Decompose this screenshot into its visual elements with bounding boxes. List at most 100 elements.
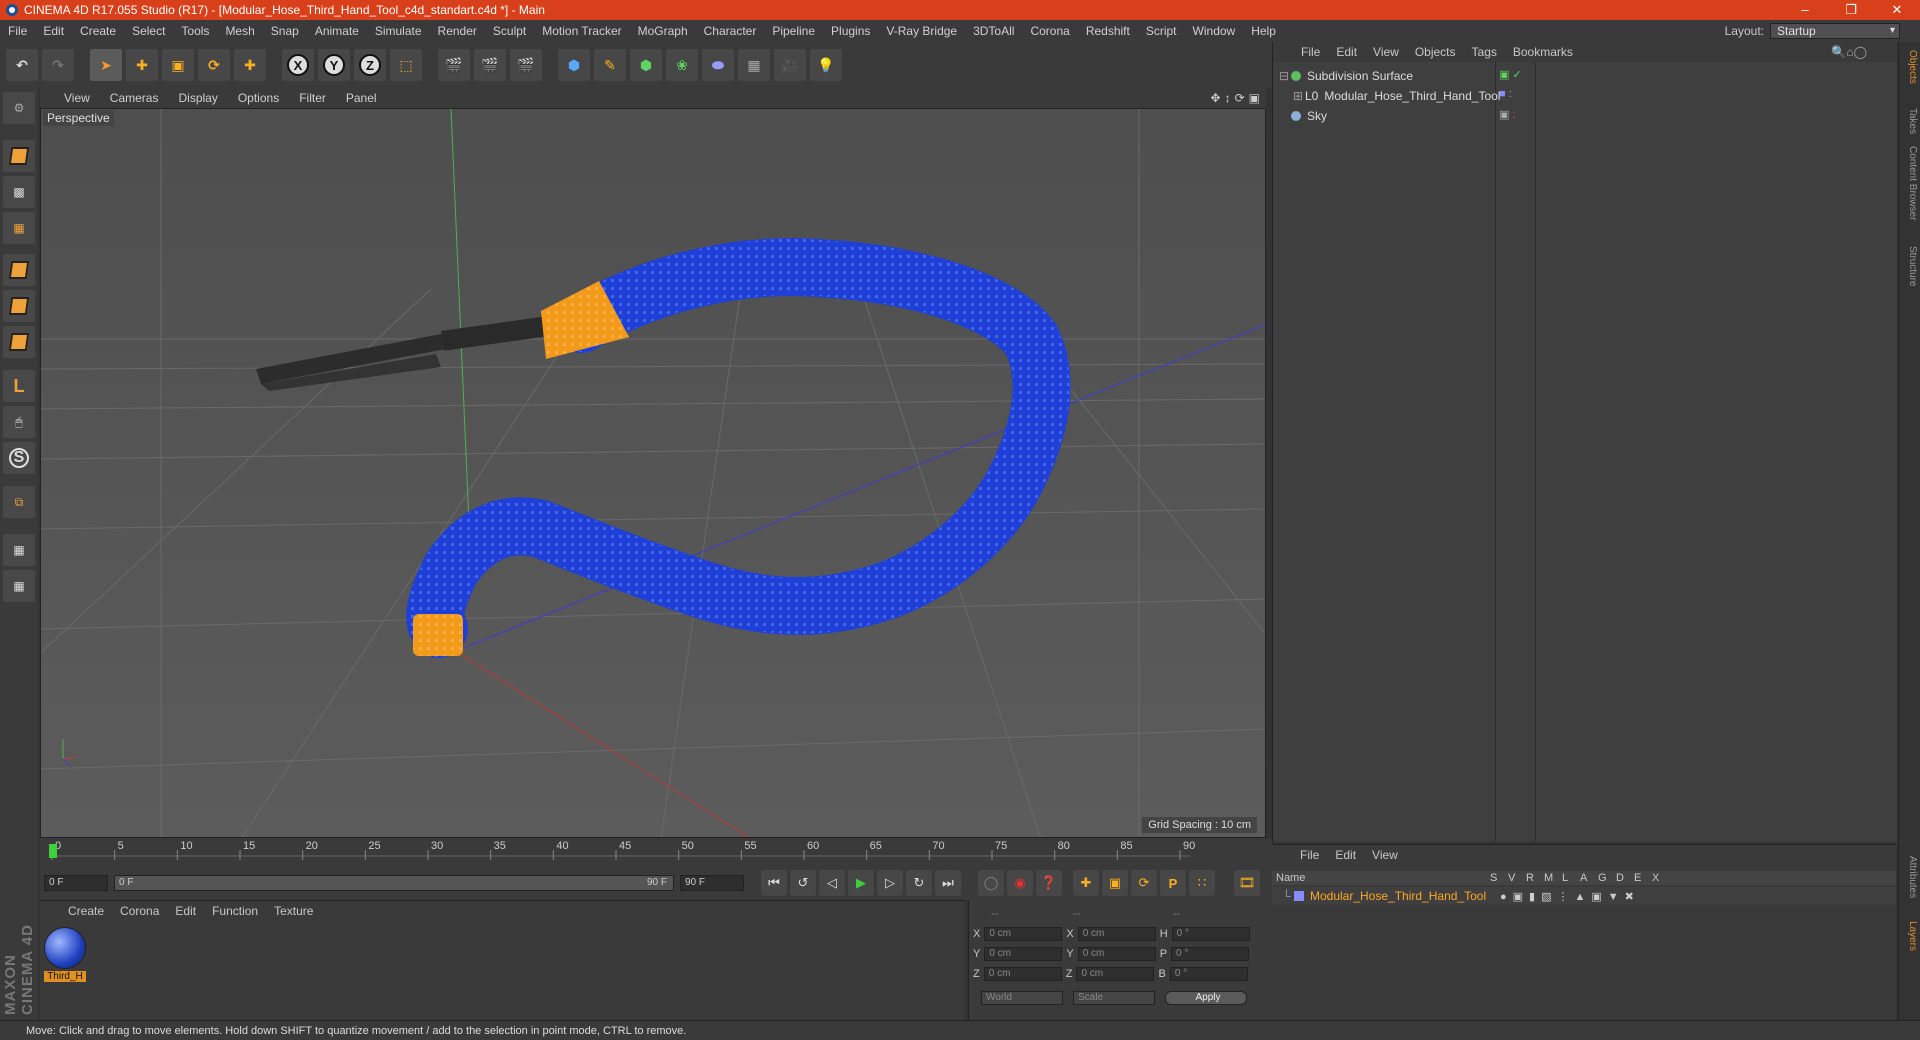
add-mograph-button[interactable]: ❀: [666, 49, 698, 81]
render-view-button[interactable]: 🎬: [438, 49, 470, 81]
z-axis-button[interactable]: Z: [354, 49, 386, 81]
om-menu-tags[interactable]: Tags: [1464, 45, 1505, 59]
size-y-field[interactable]: 0 cm: [1077, 947, 1156, 961]
last-tool-button[interactable]: ✚: [234, 49, 266, 81]
next-frame-button[interactable]: ▷: [877, 870, 903, 896]
menu-window[interactable]: Window: [1185, 24, 1244, 38]
end-frame-field[interactable]: 90 F: [680, 875, 744, 891]
menu-render[interactable]: Render: [430, 24, 485, 38]
layer-color-icon[interactable]: ■ :: [1499, 88, 1512, 100]
lm-menu-edit[interactable]: Edit: [1327, 848, 1364, 862]
om-menu-bookmarks[interactable]: Bookmarks: [1505, 45, 1581, 59]
record-keys-button[interactable]: ◯: [978, 870, 1004, 896]
redo-button[interactable]: ↷: [42, 49, 74, 81]
rot-b-field[interactable]: 0 °: [1169, 967, 1248, 981]
viewport-menu-options[interactable]: Options: [228, 91, 289, 105]
timeline-window-button[interactable]: 🎞: [1234, 870, 1260, 896]
key-param-button[interactable]: P: [1160, 870, 1186, 896]
magnet-button[interactable]: ⧉: [3, 486, 35, 518]
layer-row[interactable]: └ Modular_Hose_Third_Hand_Tool ●▣▮▧⋮▲▣▼✖: [1272, 887, 1896, 905]
rot-p-field[interactable]: 0 °: [1171, 947, 1250, 961]
om-search-icon[interactable]: 🔍⌂◯: [1831, 45, 1897, 59]
add-deformer-button[interactable]: ⬬: [702, 49, 734, 81]
menu-character[interactable]: Character: [696, 24, 765, 38]
maximize-view-icon[interactable]: ▣: [1249, 91, 1260, 105]
lm-menu-file[interactable]: File: [1292, 848, 1327, 862]
menu-pipeline[interactable]: Pipeline: [764, 24, 823, 38]
menu-snap[interactable]: Snap: [263, 24, 307, 38]
expand-toggle[interactable]: ⊞: [1293, 89, 1305, 103]
layout-dropdown[interactable]: Startup: [1770, 23, 1900, 39]
zoom-icon[interactable]: ↕: [1225, 91, 1231, 105]
frame-range-slider[interactable]: 0 F 90 F: [114, 875, 674, 891]
play-button[interactable]: ▶: [848, 870, 874, 896]
tab-structure[interactable]: Structure: [1902, 242, 1918, 291]
pan-icon[interactable]: ✥: [1211, 91, 1221, 105]
add-spline-button[interactable]: ✎: [594, 49, 626, 81]
key-rotation-button[interactable]: ⟳: [1131, 870, 1157, 896]
start-frame-field[interactable]: 0 F: [44, 875, 108, 891]
coordinate-system-button[interactable]: ⬚: [390, 49, 422, 81]
mat-menu-texture[interactable]: Texture: [266, 904, 321, 918]
prev-key-button[interactable]: ↺: [790, 870, 816, 896]
material-swatch[interactable]: Third_H: [44, 927, 86, 983]
tab-attributes[interactable]: Attributes: [1902, 852, 1918, 902]
object-row-hose[interactable]: ⊞ L0 Modular_Hose_Third_Hand_Tool: [1293, 86, 1500, 106]
mat-menu-create[interactable]: Create: [60, 904, 112, 918]
maximize-button[interactable]: ❐: [1828, 0, 1874, 20]
menu-help[interactable]: Help: [1243, 24, 1284, 38]
add-camera-button[interactable]: 🎥: [774, 49, 806, 81]
polygons-mode-button[interactable]: [3, 326, 35, 358]
om-menu-view[interactable]: View: [1365, 45, 1407, 59]
close-button[interactable]: ✕: [1874, 0, 1920, 20]
add-scene-button[interactable]: ▦: [738, 49, 770, 81]
collapse-toggle[interactable]: ⊟: [1279, 69, 1291, 83]
menu-vray-bridge[interactable]: V-Ray Bridge: [878, 24, 965, 38]
add-light-button[interactable]: 💡: [810, 49, 842, 81]
auto-key-button[interactable]: ◉: [1007, 870, 1033, 896]
scale-dropdown[interactable]: Scale: [1073, 991, 1155, 1005]
pos-z-field[interactable]: 0 cm: [983, 967, 1062, 981]
menu-simulate[interactable]: Simulate: [367, 24, 430, 38]
add-generator-button[interactable]: ⬢: [630, 49, 662, 81]
workplane-mode-button[interactable]: ▦: [3, 212, 35, 244]
prev-frame-button[interactable]: ◁: [819, 870, 845, 896]
viewport-menu-display[interactable]: Display: [168, 91, 227, 105]
menu-animate[interactable]: Animate: [307, 24, 367, 38]
tab-objects[interactable]: Objects: [1902, 46, 1918, 88]
x-axis-button[interactable]: X: [282, 49, 314, 81]
pos-x-field[interactable]: 0 cm: [984, 927, 1063, 941]
mat-menu-corona[interactable]: Corona: [112, 904, 167, 918]
rotate-tool-button[interactable]: ⟳: [198, 49, 230, 81]
layer-flag-icons[interactable]: ●▣▮▧⋮▲▣▼✖: [1500, 890, 1640, 903]
rot-h-field[interactable]: 0 °: [1171, 927, 1250, 941]
undo-button[interactable]: ↶: [6, 49, 38, 81]
world-dropdown[interactable]: World: [981, 991, 1063, 1005]
render-to-picture-viewer-button[interactable]: 🎬: [474, 49, 506, 81]
axis-mode-button[interactable]: L: [3, 370, 35, 402]
mat-menu-function[interactable]: Function: [204, 904, 266, 918]
texture-mode-button[interactable]: ▩: [3, 176, 35, 208]
keyframe-selection-button[interactable]: ❓: [1036, 870, 1062, 896]
go-to-end-button[interactable]: ⏭: [935, 870, 961, 896]
next-key-button[interactable]: ↻: [906, 870, 932, 896]
tab-takes[interactable]: Takes: [1902, 104, 1918, 138]
y-axis-button[interactable]: Y: [318, 49, 350, 81]
menu-sculpt[interactable]: Sculpt: [485, 24, 534, 38]
add-cube-button[interactable]: ⬢: [558, 49, 590, 81]
menu-mograph[interactable]: MoGraph: [630, 24, 696, 38]
mat-menu-edit[interactable]: Edit: [167, 904, 204, 918]
tab-layers[interactable]: Layers: [1902, 917, 1918, 955]
menu-corona[interactable]: Corona: [1022, 24, 1077, 38]
orbit-icon[interactable]: ⟳: [1235, 91, 1245, 105]
render-settings-button[interactable]: 🎬: [510, 49, 542, 81]
size-x-field[interactable]: 0 cm: [1077, 927, 1156, 941]
om-menu-edit[interactable]: Edit: [1328, 45, 1365, 59]
model-mode-button[interactable]: [3, 140, 35, 172]
menu-3dtoall[interactable]: 3DToAll: [965, 24, 1022, 38]
menu-create[interactable]: Create: [72, 24, 124, 38]
om-menu-file[interactable]: File: [1293, 45, 1328, 59]
edges-mode-button[interactable]: [3, 290, 35, 322]
size-z-field[interactable]: 0 cm: [1076, 967, 1155, 981]
key-position-button[interactable]: ✚: [1073, 870, 1099, 896]
